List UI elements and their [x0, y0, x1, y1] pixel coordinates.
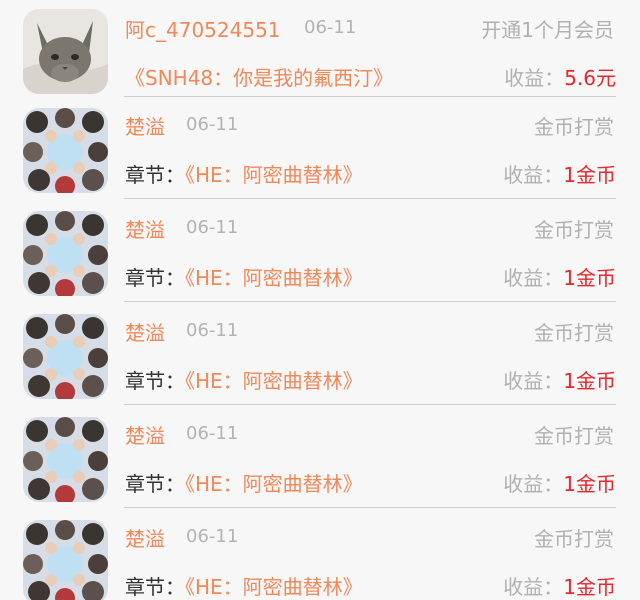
- income-label: 收益：: [503, 266, 564, 290]
- chapter-title[interactable]: 《HE：阿密曲替林》: [185, 369, 363, 393]
- user-name[interactable]: 楚溢: [125, 214, 165, 243]
- record-income: 收益：1金币: [503, 159, 616, 188]
- income-record-row[interactable]: 楚溢 06-11 金币打赏 章节：《HE：阿密曲替林》 收益：1金币: [0, 200, 640, 303]
- record-date: 06-11: [186, 320, 239, 341]
- group-photo-avatar[interactable]: [23, 211, 108, 296]
- record-type: 金币打赏: [534, 321, 614, 345]
- income-label: 收益：: [503, 369, 564, 393]
- record-date: 06-11: [304, 17, 357, 38]
- record-detail[interactable]: 章节：《HE：阿密曲替林》: [125, 571, 363, 600]
- record-income: 收益：1金币: [503, 468, 616, 497]
- chapter-title[interactable]: 《HE：阿密曲替林》: [185, 163, 363, 187]
- record-income: 收益：1金币: [503, 365, 616, 394]
- record-type: 金币打赏: [534, 115, 614, 139]
- income-label: 收益：: [503, 472, 564, 496]
- income-label: 收益：: [503, 163, 564, 187]
- income-record-row[interactable]: 楚溢 06-11 金币打赏 章节：《HE：阿密曲替林》 收益：1金币: [0, 303, 640, 406]
- record-detail[interactable]: 章节：《HE：阿密曲替林》: [125, 468, 363, 497]
- record-type: 金币打赏: [534, 218, 614, 242]
- chapter-label: 章节：: [125, 575, 185, 599]
- record-detail[interactable]: 《SNH48：你是我的氟西汀》: [125, 62, 393, 91]
- income-label: 收益：: [503, 575, 564, 599]
- income-amount: 1金币: [563, 472, 616, 496]
- cat-photo-avatar[interactable]: [23, 9, 108, 94]
- group-photo-avatar[interactable]: [23, 417, 108, 502]
- user-name[interactable]: 楚溢: [125, 420, 165, 449]
- user-name[interactable]: 楚溢: [125, 111, 165, 140]
- record-income: 收益：1金币: [503, 571, 616, 600]
- group-photo-avatar[interactable]: [23, 108, 108, 193]
- record-type: 金币打赏: [534, 424, 614, 448]
- chapter-title[interactable]: 《HE：阿密曲替林》: [185, 472, 363, 496]
- income-record-row[interactable]: 楚溢 06-11 金币打赏 章节：《HE：阿密曲替林》 收益：1金币: [0, 97, 640, 200]
- chapter-title[interactable]: 《HE：阿密曲替林》: [185, 266, 363, 290]
- income-record-row[interactable]: 楚溢 06-11 金币打赏 章节：《HE：阿密曲替林》 收益：1金币: [0, 509, 640, 600]
- chapter-title[interactable]: 《HE：阿密曲替林》: [185, 575, 363, 599]
- income-record-list: 阿c_470524551 06-11 开通1个月会员 《SNH48：你是我的氟西…: [0, 0, 640, 600]
- chapter-label: 章节：: [125, 163, 185, 187]
- book-title[interactable]: 《SNH48：你是我的氟西汀》: [125, 66, 393, 90]
- income-label: 收益：: [504, 66, 565, 90]
- group-photo-avatar[interactable]: [23, 314, 108, 399]
- income-amount: 5.6元: [564, 66, 616, 90]
- income-amount: 1金币: [563, 369, 616, 393]
- row-divider: [124, 507, 616, 508]
- user-name[interactable]: 阿c_470524551: [125, 14, 281, 43]
- record-type: 金币打赏: [534, 527, 614, 551]
- record-date: 06-11: [186, 423, 239, 444]
- record-date: 06-11: [186, 114, 239, 135]
- record-income: 收益：5.6元: [504, 62, 616, 91]
- user-name[interactable]: 楚溢: [125, 523, 165, 552]
- record-detail[interactable]: 章节：《HE：阿密曲替林》: [125, 365, 363, 394]
- record-date: 06-11: [186, 526, 239, 547]
- income-amount: 1金币: [563, 266, 616, 290]
- user-name[interactable]: 楚溢: [125, 317, 165, 346]
- row-divider: [124, 404, 616, 405]
- record-detail[interactable]: 章节：《HE：阿密曲替林》: [125, 159, 363, 188]
- record-detail[interactable]: 章节：《HE：阿密曲替林》: [125, 262, 363, 291]
- chapter-label: 章节：: [125, 472, 185, 496]
- income-amount: 1金币: [563, 163, 616, 187]
- record-income: 收益：1金币: [503, 262, 616, 291]
- income-record-row[interactable]: 阿c_470524551 06-11 开通1个月会员 《SNH48：你是我的氟西…: [0, 0, 640, 97]
- row-divider: [124, 301, 616, 302]
- income-record-row[interactable]: 楚溢 06-11 金币打赏 章节：《HE：阿密曲替林》 收益：1金币: [0, 406, 640, 509]
- income-amount: 1金币: [563, 575, 616, 599]
- chapter-label: 章节：: [125, 266, 185, 290]
- group-photo-avatar[interactable]: [23, 520, 108, 600]
- chapter-label: 章节：: [125, 369, 185, 393]
- record-date: 06-11: [186, 217, 239, 238]
- row-divider: [124, 198, 616, 199]
- record-type: 开通1个月会员: [481, 18, 614, 42]
